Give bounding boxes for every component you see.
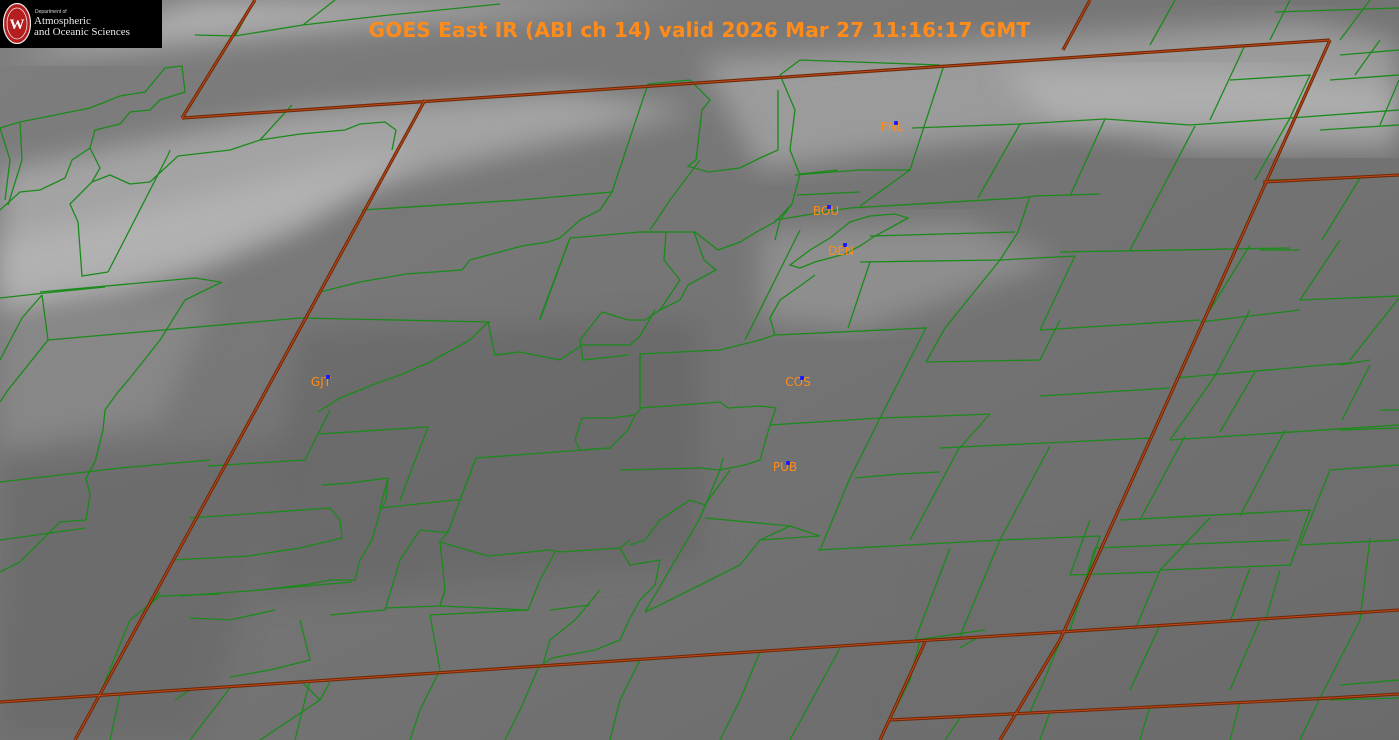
station-label-cos: COS [785, 375, 811, 389]
station-label-pub: PUB [772, 460, 798, 474]
station-marker-bou [827, 205, 831, 209]
station-marker-gjt [326, 375, 330, 379]
station-marker-pub [786, 461, 790, 465]
station-marker-den [843, 243, 847, 247]
ir-imagery [0, 0, 1399, 740]
station-label-fnl: FNL [880, 120, 904, 134]
map-title: GOES East IR (ABI ch 14) valid 2026 Mar … [368, 18, 1031, 42]
station-label-bou: BOU [812, 204, 840, 218]
satellite-map [0, 0, 1399, 740]
station-marker-cos [800, 376, 804, 380]
station-marker-fnl [894, 121, 898, 125]
station-label-den: DEN [828, 244, 854, 258]
